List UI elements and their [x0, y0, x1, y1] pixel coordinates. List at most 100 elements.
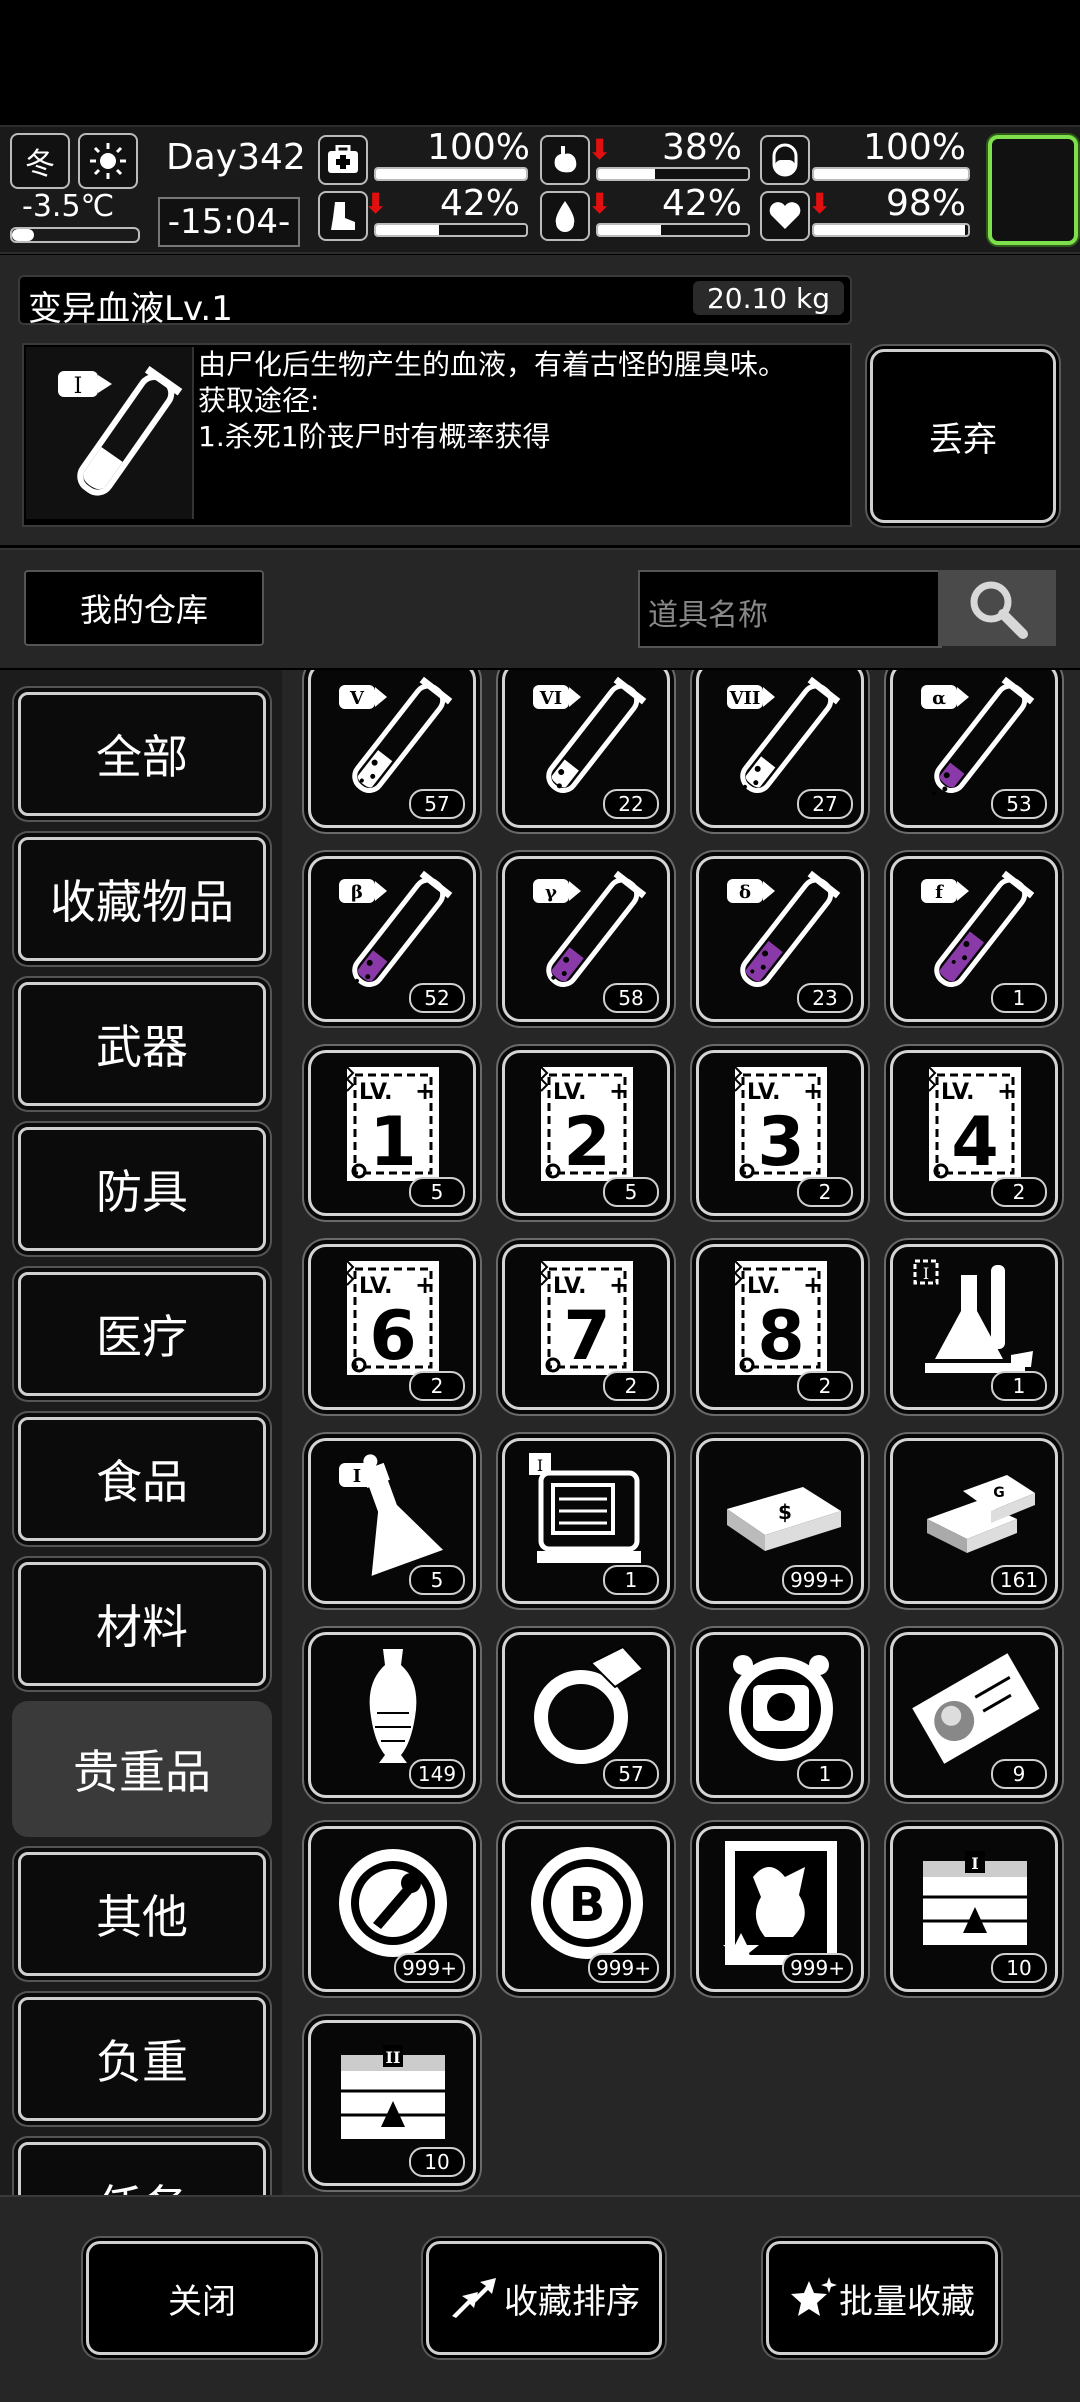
item-count-badge: 999+ [394, 1953, 465, 1983]
category-button[interactable]: 其他 [18, 1852, 266, 1976]
tube-label: γ [545, 882, 557, 903]
inventory-slot[interactable]: LV. + 4 2 [890, 1050, 1058, 1216]
ticket-number: 6 [369, 1297, 416, 1376]
inventory-slot[interactable]: LV. + 8 2 [696, 1244, 864, 1410]
close-button[interactable]: 关闭 [86, 2241, 318, 2355]
medkit-icon [318, 135, 368, 185]
ticket-item-icon: LV. + 1 [345, 1066, 439, 1182]
item-count-badge: 1 [603, 1565, 659, 1595]
inventory-slot[interactable]: I 10 [890, 1826, 1058, 1992]
inventory-slot[interactable]: G 161 [890, 1438, 1058, 1604]
category-button[interactable]: 材料 [18, 1562, 266, 1686]
category-button[interactable]: 负重 [18, 1997, 266, 2121]
inventory-slot[interactable]: I 1 [890, 1244, 1058, 1410]
bottom-toolbar: 关闭 收藏排序 批量收藏 [0, 2195, 1080, 2402]
close-label: 关闭 [168, 2281, 236, 2322]
item-count-badge: 52 [409, 983, 465, 1013]
equipment-slot[interactable] [988, 135, 1078, 245]
inventory-slot[interactable]: I 1 [502, 1438, 670, 1604]
ticket-level-text: LV. [747, 1080, 781, 1105]
batch-favorite-button[interactable]: 批量收藏 [766, 2241, 998, 2355]
favorite-sort-button[interactable]: 收藏排序 [426, 2241, 662, 2355]
inventory-slot[interactable]: B 999+ [502, 1826, 670, 1992]
machine-tier-label: I [537, 1456, 543, 1475]
inventory-slot[interactable]: LV. + 1 5 [308, 1050, 476, 1216]
tube-item-icon: f [921, 870, 1035, 988]
ticket-item-icon: LV. + 8 [733, 1260, 827, 1376]
inventory-slot[interactable]: LV. + 3 2 [696, 1050, 864, 1216]
search-placeholder: 道具名称 [648, 598, 768, 633]
inventory-slot[interactable]: 1 [696, 1632, 864, 1798]
cash-symbol: $ [778, 1500, 792, 1524]
mood-bar [812, 223, 970, 237]
item-count-badge: 1 [991, 983, 1047, 1013]
clock: -15:04- [158, 197, 300, 247]
discard-button[interactable]: 丢弃 [870, 349, 1056, 523]
stamina-percent: 42% [439, 183, 520, 224]
inventory-slot[interactable]: LV. + 2 5 [502, 1050, 670, 1216]
inventory-slot[interactable]: VI 22 [502, 670, 670, 828]
inventory-slot[interactable]: 999+ [696, 1826, 864, 1992]
category-button[interactable]: 任务 [18, 2142, 266, 2195]
inventory-slot[interactable]: LV. + 7 2 [502, 1244, 670, 1410]
category-sidebar[interactable]: 全部收藏物品武器防具医疗食品材料贵重品其他负重任务 [0, 670, 282, 2195]
lab-item-icon: I [913, 1259, 1033, 1373]
item-weight: 20.10 kg [692, 281, 844, 315]
inventory-slot[interactable]: δ 23 [696, 856, 864, 1022]
crate-item-icon: I [923, 1851, 1027, 1945]
tube-label: δ [739, 882, 751, 903]
tube-item-icon: α [921, 676, 1035, 796]
inventory-slot[interactable]: 57 [502, 1632, 670, 1798]
inventory-slot[interactable]: 999+ [308, 1826, 476, 1992]
inventory-slot[interactable]: f 1 [890, 856, 1058, 1022]
tube-item-icon: VII [727, 676, 841, 794]
ticket-level-text: LV. [359, 1274, 393, 1299]
tube-label: α [932, 688, 946, 709]
inventory-slot[interactable]: γ 58 [502, 856, 670, 1022]
item-title-bar: 变异血液Lv.1 20.10 kg [18, 275, 852, 329]
spirit-percent: 100% [863, 127, 966, 168]
health-bar [374, 167, 528, 181]
category-button[interactable]: 收藏物品 [18, 837, 266, 961]
inventory-slot[interactable]: VII 27 [696, 670, 864, 828]
ticket-number: 8 [757, 1297, 804, 1376]
inventory-slot[interactable]: $999+ [696, 1438, 864, 1604]
item-count-badge: 2 [797, 1177, 853, 1207]
boot-icon [318, 191, 368, 241]
inventory-slot[interactable]: β 52 [308, 856, 476, 1022]
item-count-badge: 999+ [782, 1953, 853, 1983]
category-button[interactable]: 防具 [18, 1127, 266, 1251]
inventory-slot[interactable]: V 57 [308, 670, 476, 828]
category-button[interactable]: 食品 [18, 1417, 266, 1541]
gold-item-icon: G [927, 1475, 1035, 1553]
ticket-plus-text: + [609, 1077, 629, 1105]
ticket-plus-text: + [997, 1077, 1017, 1105]
storage-main: 全部收藏物品武器防具医疗食品材料贵重品其他负重任务 V 57 VI 22 VII [0, 670, 1080, 2195]
inventory-slot[interactable]: II 10 [308, 2020, 476, 2186]
gold-symbol: G [993, 1485, 1005, 1501]
ticket-number: 1 [369, 1103, 416, 1182]
category-button[interactable]: 全部 [18, 692, 266, 816]
item-title: 变异血液Lv.1 [28, 289, 233, 329]
thirst-bar [596, 223, 750, 237]
inventory-slot[interactable]: 149 [308, 1632, 476, 1798]
item-count-badge: 1 [991, 1371, 1047, 1401]
status-bar: 冬 -3.5℃ Day342 -15:04- 100% ⬇ 38% 100% ⬇… [0, 125, 1080, 254]
item-grid[interactable]: V 57 VI 22 VII 27 α 53 β 52 γ 58 δ 23 f … [300, 670, 1080, 2195]
ring-item-icon [534, 1645, 645, 1764]
vase-item-icon [369, 1649, 417, 1763]
category-button[interactable]: 医疗 [18, 1272, 266, 1396]
search-button[interactable] [938, 570, 1056, 646]
inventory-slot[interactable]: α 53 [890, 670, 1058, 828]
category-button[interactable]: 武器 [18, 982, 266, 1106]
category-button[interactable]: 贵重品 [18, 1707, 266, 1831]
item-count-badge: 999+ [782, 1565, 853, 1595]
search-input[interactable]: 道具名称 [638, 570, 942, 648]
card-item-icon [723, 1841, 837, 1965]
photo-item-icon [912, 1653, 1040, 1764]
pill-icon [760, 135, 810, 185]
inventory-slot[interactable]: 9 [890, 1632, 1058, 1798]
inventory-slot[interactable]: LV. + 6 2 [308, 1244, 476, 1410]
inventory-slot[interactable]: I 5 [308, 1438, 476, 1604]
tube-item-icon: V [339, 676, 453, 794]
